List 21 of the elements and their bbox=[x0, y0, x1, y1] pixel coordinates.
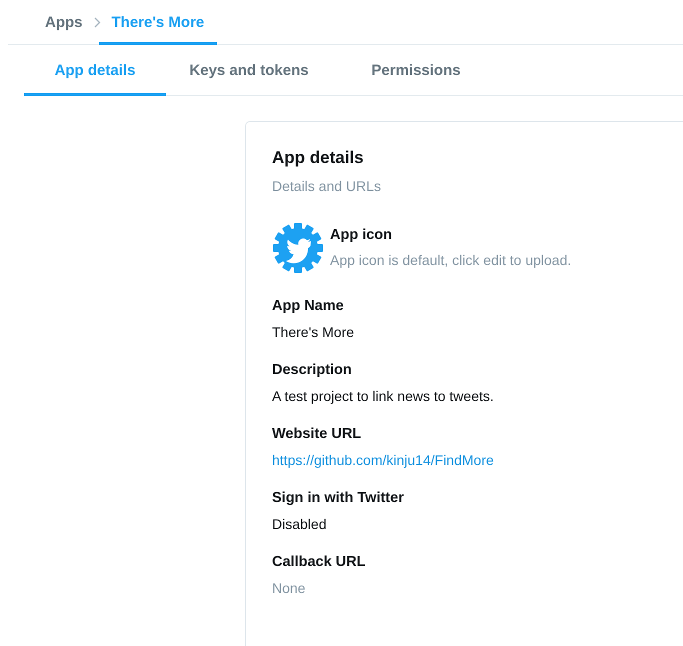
breadcrumb-link[interactable]: Apps bbox=[32, 0, 96, 45]
tab[interactable]: App details bbox=[24, 45, 166, 96]
card-title: App details bbox=[272, 148, 365, 168]
field-label: App Name bbox=[272, 298, 345, 314]
field-value: None bbox=[272, 580, 306, 596]
website-link[interactable]: https://github.com/kinju14/FindMore bbox=[272, 452, 494, 468]
field-value: Disabled bbox=[272, 516, 326, 532]
tab[interactable]: Permissions bbox=[332, 45, 500, 96]
card-subtitle: Details and URLs bbox=[272, 178, 382, 194]
app-icon-label: App icon bbox=[330, 227, 394, 243]
field-label: Description bbox=[272, 362, 353, 378]
field-label: Website URL bbox=[272, 426, 362, 442]
field-value: There's More bbox=[272, 324, 354, 340]
tab[interactable]: Keys and tokens bbox=[166, 45, 332, 96]
gear-bird-icon bbox=[272, 222, 324, 274]
field-label: Callback URL bbox=[272, 554, 366, 570]
chevron-right-icon bbox=[94, 16, 100, 28]
field-label: Sign in with Twitter bbox=[272, 490, 405, 506]
field-value: A test project to link news to tweets. bbox=[272, 388, 494, 404]
app-icon-hint: App icon is default, click edit to upload. bbox=[330, 252, 572, 268]
breadcrumb-link[interactable]: There's More bbox=[98, 0, 218, 45]
